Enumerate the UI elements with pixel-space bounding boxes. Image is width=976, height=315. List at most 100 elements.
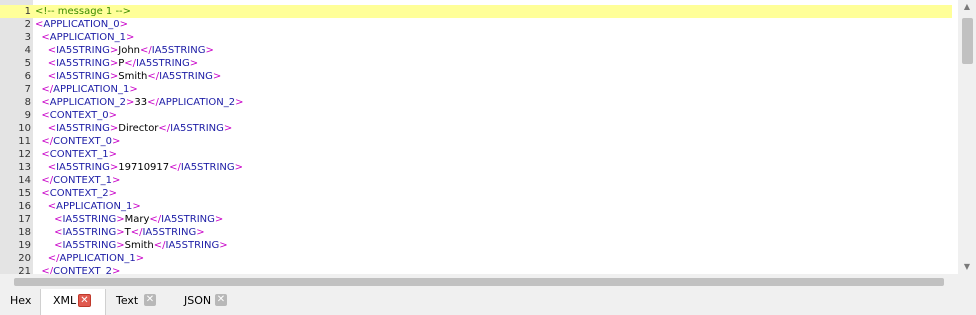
token-tag: > [132, 201, 141, 212]
token-tagname: IA5STRING [62, 240, 117, 251]
line-number: 14 [18, 175, 31, 186]
scrollbar-corner [958, 274, 976, 289]
code-line[interactable]: 10 <IA5STRING>Director</IA5STRING> [0, 122, 952, 135]
scroll-up-arrow-icon[interactable]: ▲ [958, 0, 976, 14]
horizontal-scrollbar[interactable] [0, 274, 958, 289]
code-content: </CONTEXT_1> [35, 174, 120, 187]
scroll-down-arrow-icon[interactable]: ▼ [958, 260, 976, 274]
token-tag: > [212, 71, 222, 82]
token-tag: > [112, 136, 121, 147]
token-text: 19710917 [118, 162, 170, 173]
tab-json[interactable]: JSON ✕ [172, 289, 238, 313]
code-line[interactable]: 8 <APPLICATION_2>33</APPLICATION_2> [0, 96, 952, 109]
token-tag: > [129, 84, 138, 95]
xml-editor[interactable]: 1 <!-- message 1 --> 2 <APPLICATION_0> 3 <AP… [0, 0, 976, 290]
token-tag: > [214, 214, 224, 225]
line-number: 12 [18, 149, 31, 160]
tab-text[interactable]: Text ✕ [106, 289, 168, 313]
token-text: Smith [124, 240, 154, 251]
code-line[interactable]: 20 </APPLICATION_1> [0, 252, 952, 265]
code-line[interactable]: 11 </CONTEXT_0> [0, 135, 952, 148]
code-line[interactable]: 17 <IA5STRING>Mary</IA5STRING> [0, 213, 952, 226]
token-tagname: IA5STRING [165, 240, 220, 251]
token-tag: > [116, 240, 125, 251]
close-icon[interactable]: ✕ [78, 294, 91, 307]
token-tag: < [41, 32, 50, 43]
token-tag: < [47, 45, 57, 56]
code-content: <IA5STRING>Director</IA5STRING> [35, 122, 233, 135]
token-tagname: CONTEXT_1 [53, 175, 113, 186]
code-content: <CONTEXT_0> [35, 109, 117, 122]
code-line[interactable]: 2 <APPLICATION_0> [0, 18, 952, 31]
token-tag: > [116, 227, 125, 238]
line-number: 13 [18, 162, 31, 173]
token-tagname: IA5STRING [56, 162, 110, 173]
token-tag: > [235, 97, 244, 108]
vertical-scrollbar[interactable]: ▲ ▼ [958, 0, 976, 274]
code-line[interactable]: 12 <CONTEXT_1> [0, 148, 952, 161]
line-number: 11 [18, 136, 31, 147]
token-tag: </ [147, 71, 160, 82]
token-tagname: IA5STRING [56, 71, 110, 82]
code-line[interactable]: 14 </CONTEXT_1> [0, 174, 952, 187]
code-line[interactable]: 15 <CONTEXT_2> [0, 187, 952, 200]
token-tag: > [219, 240, 228, 251]
line-number: 19 [18, 240, 31, 251]
token-tag: > [112, 175, 121, 186]
line-number: 10 [18, 123, 31, 134]
line-number: 18 [18, 227, 31, 238]
code-content: <IA5STRING>Smith</IA5STRING> [35, 239, 228, 252]
close-icon[interactable]: ✕ [215, 294, 227, 306]
token-tag: > [108, 188, 118, 199]
code-content: <APPLICATION_2>33</APPLICATION_2> [35, 96, 244, 109]
code-line[interactable]: 4 <IA5STRING>John</IA5STRING> [0, 44, 952, 57]
token-tag: </ [149, 214, 162, 225]
token-tag: </ [169, 162, 181, 173]
code-line[interactable]: 3 <APPLICATION_1> [0, 31, 952, 44]
tab-label: Hex [10, 294, 32, 307]
token-tagname: IA5STRING [62, 227, 117, 238]
code-line[interactable]: 5 <IA5STRING>P</IA5STRING> [0, 57, 952, 70]
token-tag: </ [153, 240, 166, 251]
token-tagname: APPLICATION_1 [53, 84, 130, 95]
code-line[interactable]: 1 <!-- message 1 --> [0, 5, 952, 18]
token-tagname: APPLICATION_2 [158, 97, 236, 108]
code-line[interactable]: 6 <IA5STRING>Smith</IA5STRING> [0, 70, 952, 83]
token-tagname: IA5STRING [56, 58, 110, 69]
token-tagname: CONTEXT_0 [49, 110, 109, 121]
vertical-scroll-thumb[interactable] [962, 18, 973, 64]
code-line[interactable]: 13 <IA5STRING>19710917</IA5STRING> [0, 161, 952, 174]
token-tagname: IA5STRING [151, 45, 206, 56]
token-tag: </ [41, 175, 54, 186]
token-tag: < [41, 97, 50, 108]
token-tag: > [234, 162, 244, 173]
code-line[interactable]: 9 <CONTEXT_0> [0, 109, 952, 122]
token-tag: > [109, 162, 119, 173]
code-content: </APPLICATION_1> [35, 83, 138, 96]
tab-xml[interactable]: XML ✕ [40, 289, 106, 315]
horizontal-scroll-thumb[interactable] [14, 278, 944, 286]
token-tagname: IA5STRING [170, 123, 224, 134]
code-line[interactable]: 16 <APPLICATION_1> [0, 200, 952, 213]
code-line[interactable]: 18 <IA5STRING>T</IA5STRING> [0, 226, 952, 239]
token-text: John [118, 45, 140, 56]
close-icon[interactable]: ✕ [144, 294, 156, 306]
code-content: <APPLICATION_1> [35, 31, 134, 44]
code-lines[interactable]: 1 <!-- message 1 --> 2 <APPLICATION_0> 3 <AP… [0, 5, 952, 289]
code-line[interactable]: 7 </APPLICATION_1> [0, 83, 952, 96]
line-number: 15 [18, 188, 31, 199]
token-tag: > [205, 45, 214, 56]
tab-hex[interactable]: Hex [0, 289, 40, 313]
token-tagname: IA5STRING [56, 123, 110, 134]
token-text: Director [118, 123, 159, 134]
token-tag: < [47, 162, 57, 173]
token-tag: </ [158, 123, 171, 134]
token-tag: </ [124, 58, 137, 69]
code-line[interactable]: 19 <IA5STRING>Smith</IA5STRING> [0, 239, 952, 252]
code-content: <CONTEXT_1> [35, 148, 117, 161]
